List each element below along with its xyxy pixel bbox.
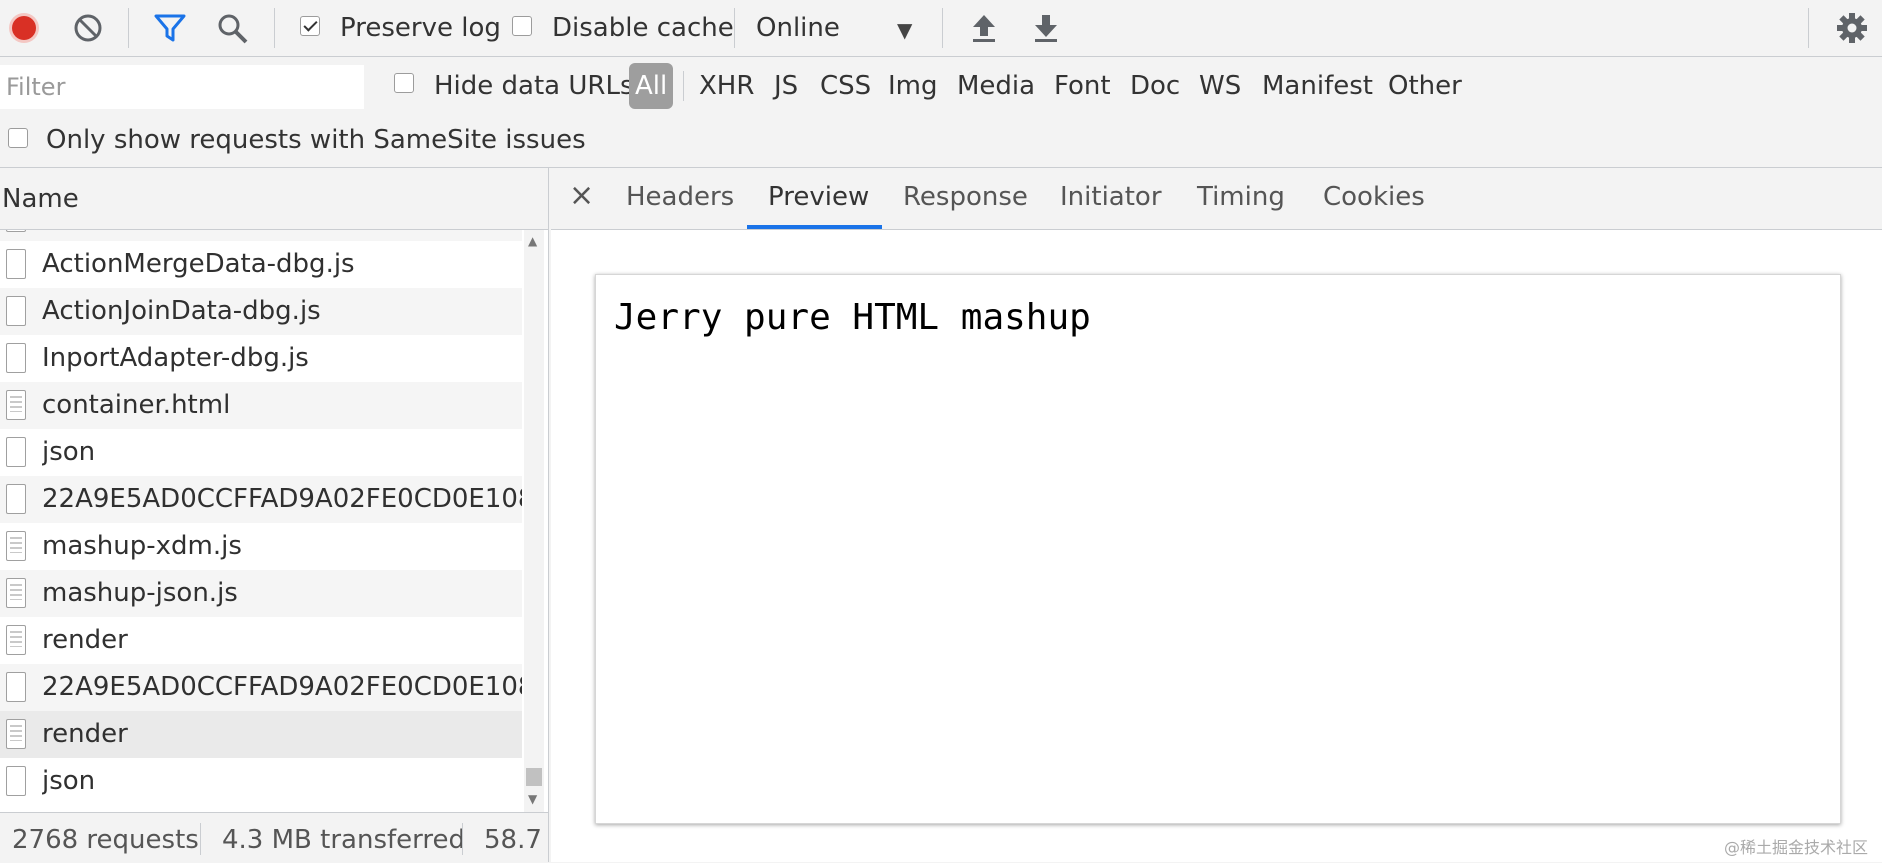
tab-preview[interactable]: Preview	[768, 182, 869, 212]
status-bar: 2768 requests 4.3 MB transferred 58.7	[0, 812, 548, 863]
transferred-size: 4.3 MB transferred	[222, 825, 465, 855]
document-icon	[6, 531, 26, 561]
hide-data-urls-checkbox[interactable]	[394, 73, 414, 93]
file-icon	[6, 672, 26, 702]
request-details-panel: × Headers Preview Response Initiator Tim…	[551, 168, 1882, 862]
tab-initiator[interactable]: Initiator	[1060, 182, 1162, 212]
document-icon	[6, 625, 26, 655]
name-column-header[interactable]: Name	[0, 168, 548, 230]
preview-frame: Jerry pure HTML mashup	[595, 274, 1841, 824]
request-count: 2768 requests	[12, 825, 199, 855]
clear-icon[interactable]	[70, 10, 106, 46]
type-filter-js[interactable]: JS	[774, 63, 798, 109]
resources-size: 58.7	[484, 825, 542, 855]
preserve-log-checkbox[interactable]	[300, 16, 320, 36]
type-filter-xhr[interactable]: XHR	[699, 63, 754, 109]
network-toolbar: Preserve log Disable cache Online ▼	[0, 0, 1882, 57]
scroll-up-icon[interactable]: ▲	[528, 234, 537, 248]
download-icon[interactable]	[1028, 10, 1064, 46]
request-name: ActionJoinData-dbg.js	[42, 296, 321, 326]
document-icon	[6, 578, 26, 608]
tab-response[interactable]: Response	[903, 182, 1028, 212]
type-filter-img[interactable]: Img	[888, 63, 938, 109]
type-filter-css[interactable]: CSS	[820, 63, 871, 109]
name-column-label: Name	[2, 184, 79, 214]
type-filter-ws[interactable]: WS	[1199, 63, 1241, 109]
type-filter-manifest[interactable]: Manifest	[1262, 63, 1373, 109]
settings-icon[interactable]	[1834, 10, 1870, 46]
request-name: mashup-xdm.js	[42, 531, 242, 561]
type-filter-all[interactable]: All	[629, 63, 674, 109]
table-row[interactable]: render	[0, 617, 522, 664]
request-name: render	[42, 719, 128, 749]
table-row[interactable]: ActionMergeData-dbg.js	[0, 241, 522, 288]
filter-icon[interactable]	[152, 10, 188, 46]
record-icon[interactable]	[6, 10, 42, 46]
request-list: ActionMergeData-dbg.js ActionJoinData-db…	[0, 230, 522, 812]
request-name: ActionMergeData-dbg.js	[42, 249, 355, 279]
request-name: container.html	[42, 390, 231, 420]
chevron-down-icon[interactable]: ▼	[897, 18, 912, 42]
throttle-select[interactable]: Online	[756, 13, 840, 43]
file-icon	[6, 343, 26, 373]
table-row[interactable]: container.html	[0, 382, 522, 429]
tab-timing[interactable]: Timing	[1197, 182, 1285, 212]
table-row[interactable]: json	[0, 429, 522, 476]
request-name: render	[42, 625, 128, 655]
table-row[interactable]: json	[0, 758, 522, 805]
table-row[interactable]: ActionJoinData-dbg.js	[0, 288, 522, 335]
file-icon	[6, 484, 26, 514]
details-tabs: × Headers Preview Response Initiator Tim…	[551, 168, 1882, 230]
table-row-selected[interactable]: render	[0, 711, 522, 758]
search-icon[interactable]	[214, 10, 250, 46]
scroll-down-icon[interactable]: ▼	[528, 792, 537, 806]
file-icon	[6, 437, 26, 467]
request-list-panel: Name ActionMergeData-dbg.js ActionJoinDa…	[0, 168, 549, 863]
samesite-label: Only show requests with SameSite issues	[46, 125, 586, 155]
tab-headers[interactable]: Headers	[626, 182, 734, 212]
active-tab-indicator	[747, 225, 882, 229]
filter-input[interactable]	[0, 65, 364, 109]
type-filter-media[interactable]: Media	[957, 63, 1035, 109]
request-name: json	[42, 437, 96, 467]
request-name: InportAdapter-dbg.js	[42, 343, 309, 373]
table-row[interactable]: mashup-xdm.js	[0, 523, 522, 570]
file-icon	[6, 766, 26, 796]
tab-cookies[interactable]: Cookies	[1323, 182, 1425, 212]
table-row[interactable]: mashup-json.js	[0, 570, 522, 617]
file-icon	[6, 230, 26, 232]
watermark: @稀土掘金技术社区	[1723, 838, 1868, 857]
preserve-log-label: Preserve log	[340, 13, 501, 43]
request-name: 22A9E5AD0CCFFAD9A02FE0CD0E108EC.	[42, 672, 522, 702]
request-name: 22A9E5AD0CCFFAD9A02FE0CD0E108EC.	[42, 484, 522, 514]
table-row[interactable]: InportAdapter-dbg.js	[0, 335, 522, 382]
upload-icon[interactable]	[966, 10, 1002, 46]
type-filter-other[interactable]: Other	[1388, 63, 1462, 109]
scrollbar-thumb[interactable]	[526, 768, 542, 786]
document-icon	[6, 390, 26, 420]
document-icon	[6, 719, 26, 749]
file-icon	[6, 249, 26, 279]
type-filter-doc[interactable]: Doc	[1130, 63, 1180, 109]
filter-bar: Hide data URLs All XHR JS CSS Img Media …	[0, 57, 1882, 168]
samesite-checkbox[interactable]	[8, 128, 28, 148]
hide-data-urls-label: Hide data URLs	[434, 71, 634, 101]
disable-cache-label: Disable cache	[552, 13, 734, 43]
file-icon	[6, 296, 26, 326]
preview-content: Jerry pure HTML mashup	[614, 297, 1091, 338]
table-row[interactable]: 22A9E5AD0CCFFAD9A02FE0CD0E108EC.	[0, 476, 522, 523]
disable-cache-checkbox[interactable]	[512, 16, 532, 36]
scrollbar[interactable]: ▲ ▼	[524, 230, 544, 812]
type-filter-font[interactable]: Font	[1054, 63, 1111, 109]
request-name: mashup-json.js	[42, 578, 238, 608]
request-name: json	[42, 766, 96, 796]
table-row[interactable]	[0, 230, 522, 241]
table-row[interactable]: 22A9E5AD0CCFFAD9A02FE0CD0E108EC.	[0, 664, 522, 711]
close-icon[interactable]: ×	[569, 178, 594, 213]
